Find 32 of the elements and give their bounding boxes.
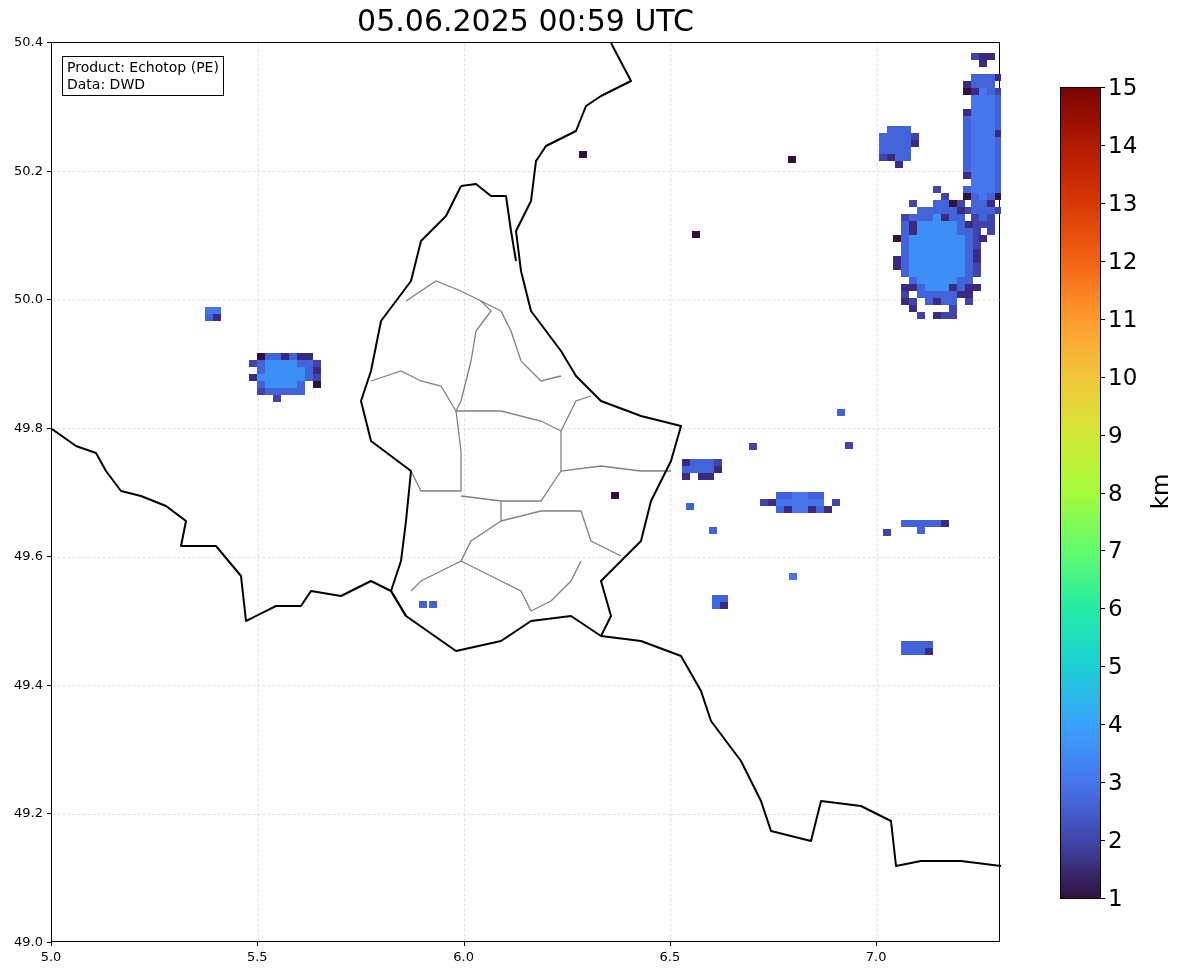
colorbar-axis-label: km	[1149, 473, 1173, 510]
chart-title: 05.06.2025 00:59 UTC	[357, 6, 694, 36]
colorbar-tick-label: 11	[1108, 307, 1138, 331]
info-text: Product: Echotop (PE)	[67, 59, 219, 76]
colorbar-tick-label: 5	[1108, 655, 1123, 679]
info-text: Data: DWD	[67, 76, 146, 93]
colorbar-tick-label: 3	[1108, 771, 1123, 795]
y-axis-tick-label: 49.6	[14, 549, 43, 563]
x-axis-tick-label: 7.0	[864, 950, 888, 963]
colorbar-tick-label: 4	[1108, 713, 1123, 737]
y-axis-tick-label: 49.8	[14, 420, 43, 434]
colorbar-tick-label: 6	[1108, 597, 1123, 621]
y-axis-tick-label: 49.0	[14, 935, 43, 948]
colorbar-tick-label: 13	[1108, 191, 1138, 215]
colorbar-tick-label: 7	[1108, 539, 1123, 563]
colorbar-tick-label: 1	[1108, 887, 1123, 910]
x-axis-tick-label: 6.5	[658, 950, 682, 963]
y-axis-tick-label: 49.2	[14, 806, 43, 820]
x-axis-tick-label: 5.0	[39, 950, 63, 963]
colorbar-tick-label: 12	[1108, 249, 1138, 273]
colorbar-tick-label: 15	[1108, 76, 1138, 99]
y-axis-tick-label: 50.2	[14, 163, 43, 177]
y-axis-tick-label: 50.4	[14, 35, 43, 48]
colorbar-tick-label: 9	[1108, 423, 1123, 447]
colorbar-tick-label: 2	[1108, 829, 1123, 853]
y-axis-tick-label: 49.4	[14, 677, 43, 691]
colorbar-tick-label: 10	[1108, 365, 1138, 389]
x-axis-tick-label: 6.0	[452, 950, 475, 963]
x-axis-tick-label: 5.5	[245, 950, 269, 963]
colorbar-tick-label: 8	[1108, 481, 1123, 505]
colorbar-tick-label: 14	[1108, 133, 1138, 157]
y-axis-tick-label: 50.0	[14, 292, 43, 306]
